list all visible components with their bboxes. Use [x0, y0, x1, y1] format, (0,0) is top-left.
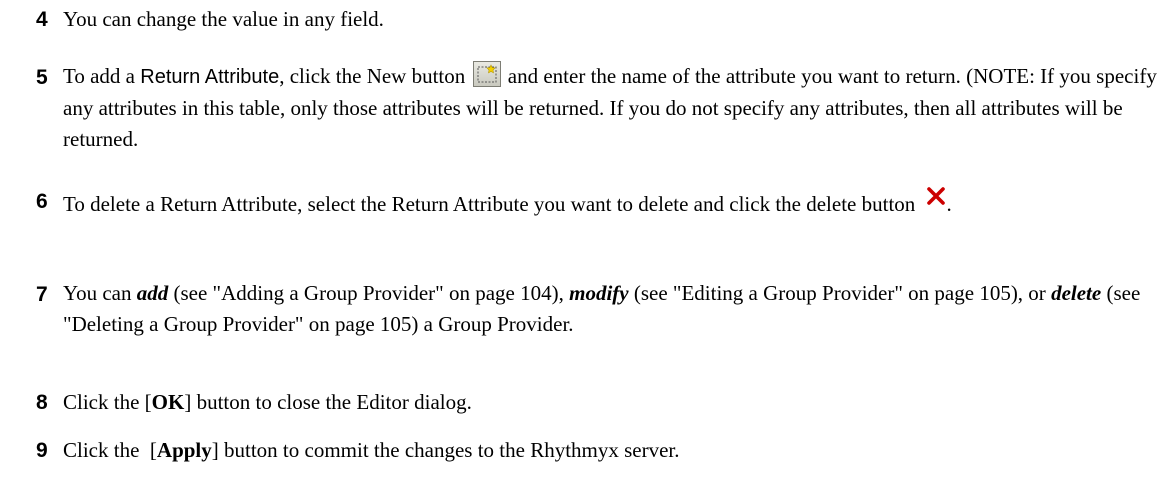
- new-button-icon: [472, 61, 501, 87]
- delete-x-icon: [926, 187, 945, 205]
- step-text: To add a Return Attribute, click the New…: [63, 61, 1158, 155]
- apply-button-label: Apply: [156, 438, 212, 462]
- document-page: 4 You can change the value in any field.…: [0, 0, 1176, 480]
- delete-link[interactable]: delete: [1051, 281, 1101, 305]
- step-number: 6: [36, 190, 48, 213]
- step-number: 5: [36, 66, 48, 89]
- step-text: Click the [Apply] button to commit the c…: [63, 438, 680, 462]
- ok-button-label: OK: [151, 390, 185, 414]
- step-text: Click the [OK] button to close the Edito…: [63, 390, 472, 414]
- add-link[interactable]: add: [137, 281, 169, 305]
- step-4-text: You can change the value in any field.: [63, 7, 384, 31]
- step-number: 7: [36, 283, 48, 306]
- step-number: 4: [36, 8, 48, 31]
- step-text: You can add (see "Adding a Group Provide…: [63, 281, 1141, 336]
- step-text: You can change the value in any field.: [63, 4, 1158, 35]
- step-number: 8: [36, 391, 48, 414]
- step-number: 9: [36, 439, 48, 462]
- step-text: To delete a Return Attribute, select the…: [63, 185, 1158, 220]
- modify-link[interactable]: modify: [569, 281, 628, 305]
- return-attribute-term: Return Attribute: [140, 66, 280, 88]
